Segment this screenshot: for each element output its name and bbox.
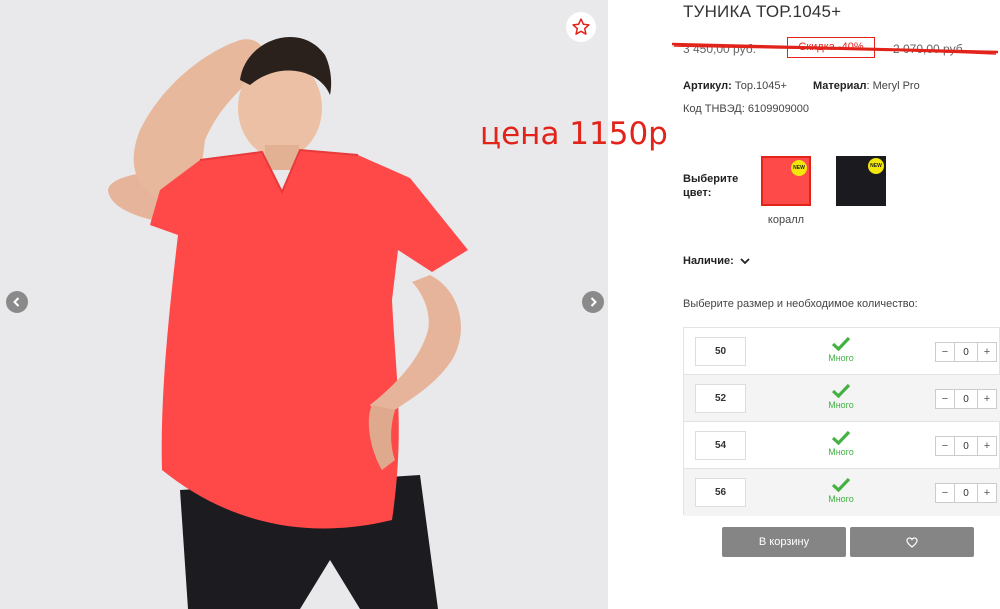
discount-badge: Скидка -40% [787,37,875,58]
size-row-52: 52 Много − 0 + [684,375,1000,422]
increase-button[interactable]: + [977,342,997,362]
stock-text: Много [828,447,854,457]
quantity-stepper: − 0 + [935,436,997,456]
quantity-input[interactable]: 0 [955,436,977,456]
check-icon [831,477,851,493]
add-to-cart-button[interactable]: В корзину [722,527,846,557]
article-info: Артикул: Тор.1045+ [683,80,787,92]
size-option[interactable]: 50 [695,337,746,366]
material-value: : Meryl Pro [866,80,920,92]
decrease-button[interactable]: − [935,483,955,503]
size-table: 50 Много − 0 + 52 Много − 0 + 54 Много − [683,327,1000,516]
article-value: Тор.1045+ [734,80,787,92]
size-option[interactable]: 56 [695,478,746,507]
tnved-code: Код ТНВЭД: 6109909000 [683,103,810,115]
gallery-prev-button[interactable] [6,291,28,313]
chevron-left-icon [13,297,20,307]
check-icon [831,383,851,399]
color-swatch-black[interactable]: NEW [836,156,886,206]
availability-toggle[interactable]: Наличие: [683,255,750,267]
increase-button[interactable]: + [977,389,997,409]
stock-status: Много [818,336,864,363]
check-icon [831,430,851,446]
new-badge: NEW [868,158,884,174]
heart-icon [906,536,918,548]
new-badge: NEW [791,160,807,176]
decrease-button[interactable]: − [935,389,955,409]
increase-button[interactable]: + [977,483,997,503]
quantity-stepper: − 0 + [935,483,997,503]
size-option[interactable]: 52 [695,384,746,413]
new-price: 2 070,00 руб. [893,42,966,56]
gallery-next-button[interactable] [582,291,604,313]
size-row-54: 54 Много − 0 + [684,422,1000,469]
material-label: Материал [813,80,867,92]
decrease-button[interactable]: − [935,436,955,456]
increase-button[interactable]: + [977,436,997,456]
quantity-input[interactable]: 0 [955,483,977,503]
price-row: 3 450,00 руб. Скидка -40% 2 070,00 руб. [683,37,1000,60]
stock-status: Много [818,477,864,504]
stock-text: Много [828,353,854,363]
stock-text: Много [828,400,854,410]
size-row-50: 50 Много − 0 + [684,328,1000,375]
product-photo [0,0,608,609]
price-annotation: цена 1150р [480,116,668,152]
quantity-stepper: − 0 + [935,342,997,362]
quantity-input[interactable]: 0 [955,389,977,409]
stock-status: Много [818,430,864,457]
material-info: Материал: Meryl Pro [813,80,920,92]
availability-label: Наличие: [683,255,734,267]
quantity-stepper: − 0 + [935,389,997,409]
stock-status: Много [818,383,864,410]
decrease-button[interactable]: − [935,342,955,362]
old-price: 3 450,00 руб. [683,42,756,56]
add-to-wishlist-button[interactable] [850,527,974,557]
chevron-right-icon [590,297,597,307]
color-swatch-coral[interactable]: NEW [761,156,811,206]
size-option[interactable]: 54 [695,431,746,460]
chevron-down-icon [740,258,750,265]
favorite-star-button[interactable] [566,12,596,42]
stock-text: Много [828,494,854,504]
selected-color-name: коралл [767,214,805,226]
product-gallery [0,0,608,609]
product-title: ТУНИКА ТОР.1045+ [683,2,842,21]
size-row-56: 56 Много − 0 + [684,469,1000,516]
star-icon [572,18,590,35]
size-prompt: Выберите размер и необходимое количество… [683,298,918,310]
quantity-input[interactable]: 0 [955,342,977,362]
article-label: Артикул: [683,80,732,92]
check-icon [831,336,851,352]
color-select-label: Выберите цвет: [683,173,739,199]
